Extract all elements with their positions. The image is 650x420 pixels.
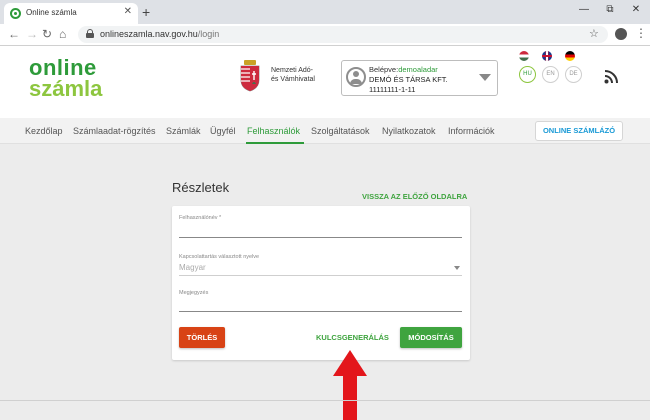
modify-button[interactable]: MÓDOSÍTÁS xyxy=(400,327,462,348)
chevron-down-icon xyxy=(479,74,491,81)
main-navigation: Kezdőlap Számlaadat-rögzítés Számlák Ügy… xyxy=(0,118,650,144)
nav-item-szolgaltatasok[interactable]: Szolgáltatások xyxy=(311,126,370,136)
browser-menu-icon[interactable]: ⋮ xyxy=(635,26,647,40)
logged-in-as: Belépve:demoaladar xyxy=(369,65,438,74)
site-header: online számla Nemzeti Adó- és Vámhivatal… xyxy=(0,46,650,118)
minimize-icon[interactable]: — xyxy=(574,4,594,15)
home-icon[interactable]: ⌂ xyxy=(59,27,66,41)
nav-item-ugyfel[interactable]: Ügyfél xyxy=(210,126,236,136)
nav-item-informaciok[interactable]: Információk xyxy=(448,126,495,136)
note-underline xyxy=(179,311,462,312)
online-szamlazo-button[interactable]: ONLINE SZÁMLÁZÓ xyxy=(535,121,623,141)
lang-de-button[interactable]: DE xyxy=(565,66,582,83)
uk-flag-icon xyxy=(542,51,552,61)
note-label: Megjegyzés xyxy=(179,290,209,296)
language-select[interactable]: Magyar xyxy=(179,261,462,275)
agency-name: Nemzeti Adó- és Vámhivatal xyxy=(271,67,315,83)
select-caret-icon xyxy=(454,266,460,270)
window-close-icon[interactable]: ✕ xyxy=(626,4,646,15)
tab-title: Online számla xyxy=(26,8,77,17)
language-value: Magyar xyxy=(179,263,206,272)
red-arrow-annotation xyxy=(333,350,367,420)
page-title: Részletek xyxy=(172,180,230,195)
new-tab-button[interactable]: + xyxy=(142,4,150,20)
lock-icon xyxy=(86,29,94,38)
nav-item-nyilatkozatok[interactable]: Nyilatkozatok xyxy=(382,126,436,136)
user-menu[interactable]: Belépve:demoaladar DEMÓ ÉS TÁRSA KFT. 11… xyxy=(341,60,498,96)
online-szamla-logo[interactable]: online számla xyxy=(29,57,102,100)
browser-tab[interactable]: Online számla ✕ xyxy=(4,3,138,24)
back-link[interactable]: VISSZA AZ ELŐZŐ OLDALRA xyxy=(362,192,467,201)
hungarian-flag-icon xyxy=(519,51,529,61)
close-tab-icon[interactable]: ✕ xyxy=(124,6,132,17)
german-flag-icon xyxy=(565,51,575,61)
username-label: Felhasználónév * xyxy=(179,215,222,221)
browser-toolbar: ← → ↻ ⌂ onlineszamla.nav.gov.hu/login ☆ … xyxy=(0,24,650,46)
address-bar[interactable]: onlineszamla.nav.gov.hu/login xyxy=(78,26,608,43)
site-favicon-icon xyxy=(10,8,21,19)
reload-icon[interactable]: ↻ xyxy=(42,27,52,41)
rss-icon[interactable] xyxy=(604,70,618,84)
language-underline xyxy=(179,275,462,276)
language-label: Kapcsolattartás választott nyelve xyxy=(179,254,260,260)
company-name: DEMÓ ÉS TÁRSA KFT. xyxy=(369,75,448,84)
coat-of-arms-icon xyxy=(240,60,260,92)
lang-hu-button[interactable]: HU xyxy=(519,66,536,83)
back-arrow-icon[interactable]: ← xyxy=(8,27,20,41)
key-generation-button[interactable]: KULCSGENERÁLÁS xyxy=(316,333,389,342)
username-field[interactable] xyxy=(179,222,462,238)
active-nav-indicator xyxy=(246,142,304,144)
tax-id: 11111111-1-11 xyxy=(369,85,416,94)
profile-icon[interactable] xyxy=(615,28,627,40)
url-text: onlineszamla.nav.gov.hu/login xyxy=(100,29,220,39)
delete-button[interactable]: TÖRLÉS xyxy=(179,327,225,348)
footer-divider xyxy=(0,400,650,401)
user-avatar-icon xyxy=(346,67,366,87)
username-underline xyxy=(179,237,462,238)
nav-item-szamlak[interactable]: Számlák xyxy=(166,126,201,136)
browser-tabbar: Online számla ✕ + — ⧉ ✕ xyxy=(0,0,650,24)
forward-arrow-icon[interactable]: → xyxy=(26,27,38,41)
nav-item-szamlaadat-rogzites[interactable]: Számlaadat-rögzítés xyxy=(73,126,156,136)
lang-en-button[interactable]: EN xyxy=(542,66,559,83)
nav-item-kezdolap[interactable]: Kezdőlap xyxy=(25,126,63,136)
nav-item-felhasznalok[interactable]: Felhasználók xyxy=(247,126,300,136)
note-field[interactable] xyxy=(179,297,462,312)
bookmark-star-icon[interactable]: ☆ xyxy=(589,27,599,40)
maximize-icon[interactable]: ⧉ xyxy=(600,4,620,15)
